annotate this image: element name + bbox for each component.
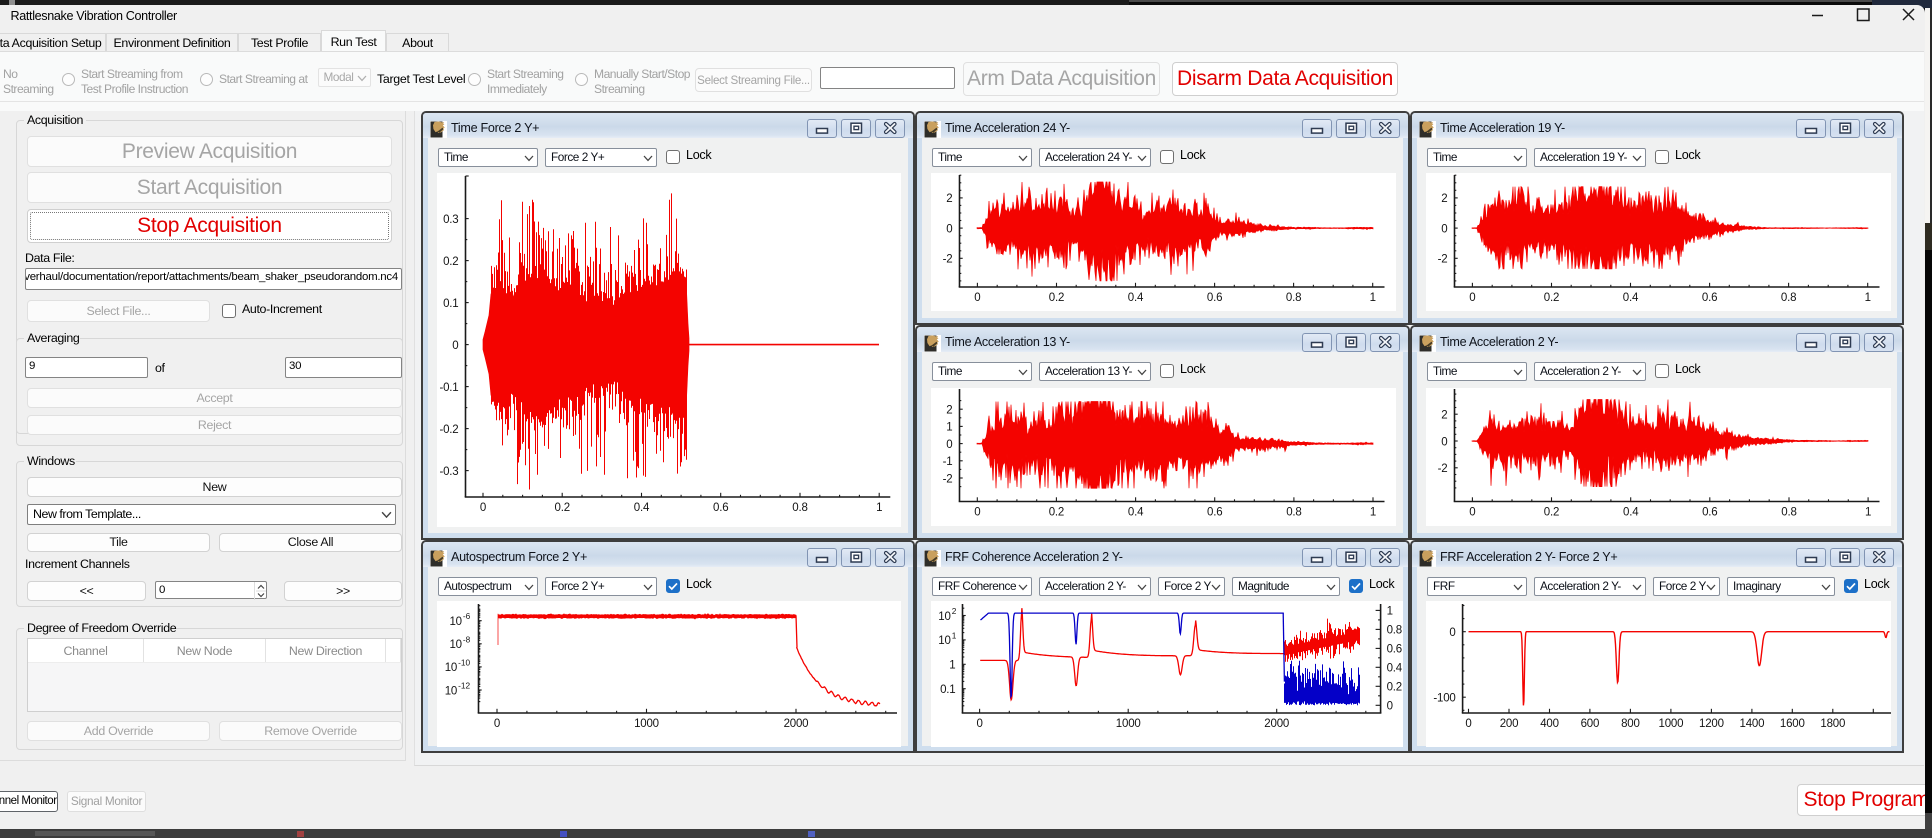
- svg-text:0.2: 0.2: [1049, 292, 1064, 304]
- svg-text:0.3: 0.3: [443, 214, 458, 226]
- svg-text:10: 10: [938, 635, 950, 647]
- svg-text:1: 1: [1865, 292, 1871, 304]
- svg-text:0.4: 0.4: [1387, 663, 1403, 675]
- svg-text:1000: 1000: [1659, 718, 1684, 730]
- svg-text:0.4: 0.4: [1128, 506, 1144, 518]
- svg-text:-0.1: -0.1: [439, 382, 458, 394]
- svg-text:0: 0: [1465, 718, 1471, 730]
- svg-text:-2: -2: [1438, 254, 1448, 266]
- svg-text:1400: 1400: [1740, 718, 1765, 730]
- svg-text:0.8: 0.8: [1286, 506, 1301, 518]
- svg-text:1: 1: [946, 422, 952, 434]
- svg-text:0: 0: [1469, 506, 1475, 518]
- svg-text:0: 0: [1469, 292, 1475, 304]
- svg-text:-0.3: -0.3: [439, 466, 458, 478]
- svg-text:0.6: 0.6: [1702, 292, 1717, 304]
- svg-text:0: 0: [480, 502, 486, 514]
- svg-text:800: 800: [1621, 718, 1640, 730]
- svg-text:10: 10: [445, 685, 457, 697]
- svg-text:10: 10: [449, 616, 461, 628]
- svg-text:0: 0: [494, 718, 500, 730]
- svg-text:0.4: 0.4: [1623, 292, 1639, 304]
- svg-text:0.6: 0.6: [1387, 644, 1402, 656]
- svg-text:1800: 1800: [1820, 718, 1845, 730]
- svg-text:0.4: 0.4: [634, 502, 650, 514]
- svg-text:2000: 2000: [1264, 718, 1289, 730]
- svg-text:-2: -2: [1438, 463, 1448, 475]
- svg-text:200: 200: [1500, 718, 1519, 730]
- svg-text:1: 1: [952, 630, 957, 640]
- svg-text:0.2: 0.2: [1544, 506, 1559, 518]
- svg-text:1: 1: [876, 502, 882, 514]
- svg-text:-6: -6: [463, 611, 471, 621]
- svg-text:0.8: 0.8: [1781, 292, 1796, 304]
- svg-text:0: 0: [1441, 223, 1447, 235]
- svg-text:0.6: 0.6: [1207, 292, 1222, 304]
- svg-text:-2: -2: [943, 254, 953, 266]
- svg-text:1: 1: [1370, 292, 1376, 304]
- svg-text:0.2: 0.2: [555, 502, 570, 514]
- svg-text:1: 1: [949, 660, 955, 672]
- svg-text:0.8: 0.8: [792, 502, 807, 514]
- svg-text:-10: -10: [458, 657, 470, 667]
- svg-text:-2: -2: [943, 473, 953, 485]
- svg-text:0.6: 0.6: [1702, 506, 1717, 518]
- svg-text:0.1: 0.1: [443, 298, 458, 310]
- svg-text:0.6: 0.6: [1207, 506, 1222, 518]
- svg-text:2: 2: [1441, 410, 1447, 422]
- svg-text:0: 0: [976, 718, 982, 730]
- svg-text:0: 0: [1449, 627, 1455, 639]
- svg-text:1: 1: [1865, 506, 1871, 518]
- svg-text:0.6: 0.6: [713, 502, 728, 514]
- svg-text:0.8: 0.8: [1387, 625, 1402, 637]
- svg-text:-0.2: -0.2: [439, 424, 458, 436]
- svg-text:0: 0: [1441, 436, 1447, 448]
- svg-text:0.4: 0.4: [1128, 292, 1144, 304]
- svg-text:2: 2: [946, 193, 952, 205]
- svg-text:0.1: 0.1: [940, 684, 955, 696]
- svg-text:-1: -1: [943, 456, 953, 468]
- svg-text:10: 10: [449, 639, 461, 651]
- svg-text:0.2: 0.2: [443, 256, 458, 268]
- svg-text:600: 600: [1581, 718, 1600, 730]
- svg-text:1: 1: [1370, 506, 1376, 518]
- svg-text:2: 2: [946, 405, 952, 417]
- svg-text:0.2: 0.2: [1544, 292, 1559, 304]
- svg-text:0: 0: [946, 439, 952, 451]
- svg-text:0: 0: [974, 292, 980, 304]
- svg-text:-100: -100: [1433, 693, 1455, 705]
- svg-text:0.8: 0.8: [1781, 506, 1796, 518]
- svg-text:0: 0: [946, 223, 952, 235]
- svg-text:0: 0: [974, 506, 980, 518]
- svg-text:1000: 1000: [634, 718, 659, 730]
- svg-text:0.4: 0.4: [1623, 506, 1639, 518]
- svg-text:1600: 1600: [1780, 718, 1805, 730]
- svg-text:2000: 2000: [784, 718, 809, 730]
- svg-text:1200: 1200: [1699, 718, 1724, 730]
- svg-text:-8: -8: [463, 634, 471, 644]
- svg-text:10: 10: [938, 611, 950, 623]
- svg-text:1000: 1000: [1116, 718, 1141, 730]
- svg-text:0.2: 0.2: [1387, 682, 1402, 694]
- svg-text:10: 10: [445, 662, 457, 674]
- svg-text:2: 2: [1441, 193, 1447, 205]
- svg-text:-12: -12: [458, 681, 470, 691]
- svg-text:2: 2: [952, 606, 957, 616]
- svg-text:0: 0: [452, 340, 458, 352]
- svg-text:0.8: 0.8: [1286, 292, 1301, 304]
- svg-text:0: 0: [1387, 701, 1393, 713]
- svg-text:0.2: 0.2: [1049, 506, 1064, 518]
- svg-text:1: 1: [1387, 606, 1393, 618]
- svg-text:400: 400: [1540, 718, 1559, 730]
